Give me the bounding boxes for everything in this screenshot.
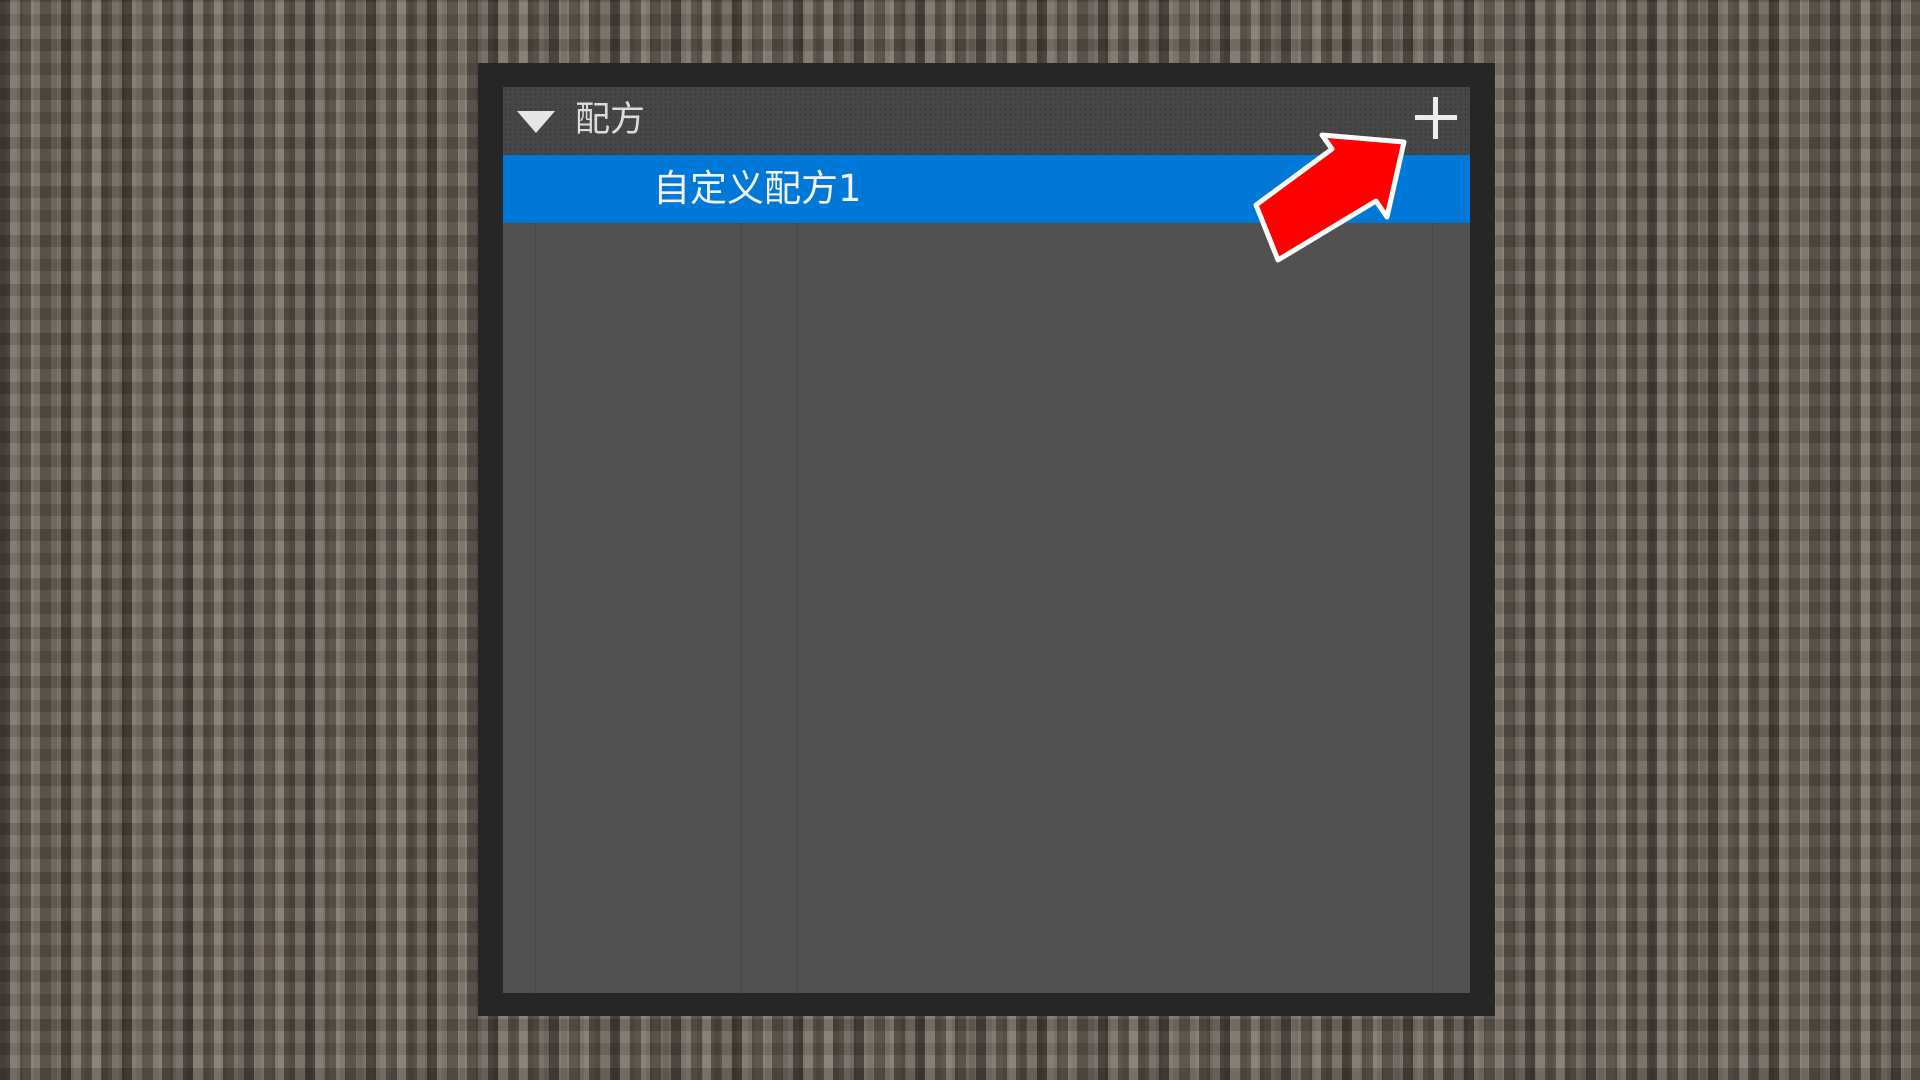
recipe-label: 自定义配方1	[653, 167, 862, 210]
panel-title: 配方	[575, 100, 646, 140]
tree-guide-line	[797, 223, 798, 993]
triangle-down-icon[interactable]	[517, 111, 555, 133]
tree-guide-line	[535, 223, 536, 993]
tree-guide-line	[741, 223, 742, 993]
tree-guide-line	[1432, 223, 1433, 993]
red-arrow-icon	[1253, 132, 1407, 263]
add-recipe-button[interactable]	[1413, 95, 1459, 141]
recipe-list-area	[503, 223, 1470, 993]
